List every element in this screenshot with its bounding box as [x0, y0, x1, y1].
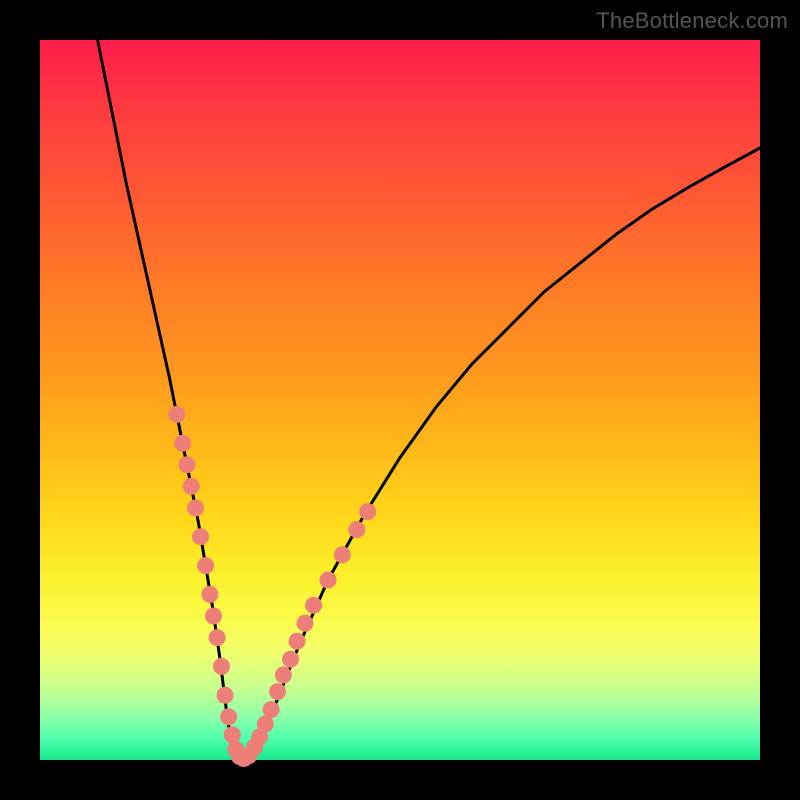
curve-marker	[197, 557, 214, 574]
curve-marker	[269, 683, 286, 700]
curve-marker	[220, 708, 237, 725]
curve-marker	[263, 701, 280, 718]
curve-marker	[174, 435, 191, 452]
curve-marker	[187, 500, 204, 517]
curve-marker	[289, 633, 306, 650]
watermark-text: TheBottleneck.com	[596, 8, 788, 34]
curve-marker	[217, 687, 234, 704]
curve-marker	[178, 456, 195, 473]
curve-marker	[209, 629, 226, 646]
curve-marker	[213, 658, 230, 675]
curve-marker	[348, 521, 365, 538]
curve-marker	[296, 615, 313, 632]
plot-area	[40, 40, 760, 760]
curve-marker	[201, 586, 218, 603]
curve-marker	[359, 503, 376, 520]
curve-marker	[205, 608, 222, 625]
curve-marker	[334, 546, 351, 563]
bottleneck-curve	[98, 40, 760, 760]
curve-svg	[40, 40, 760, 760]
curve-marker	[282, 651, 299, 668]
curve-marker	[320, 572, 337, 589]
curve-marker	[192, 528, 209, 545]
curve-marker	[275, 667, 292, 684]
curve-marker	[305, 597, 322, 614]
chart-container: TheBottleneck.com	[0, 0, 800, 800]
curve-marker	[224, 726, 241, 743]
curve-marker	[183, 478, 200, 495]
curve-marker	[168, 406, 185, 423]
